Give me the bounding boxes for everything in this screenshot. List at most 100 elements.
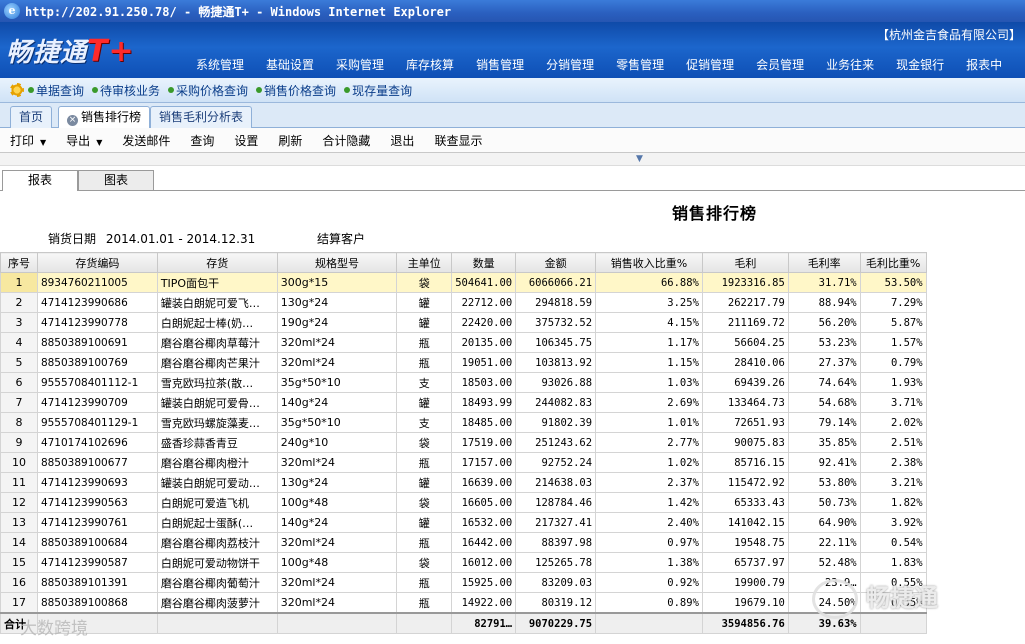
table-cell: 85716.15 <box>701 452 789 473</box>
table-cell: 袋 <box>396 272 453 293</box>
report-filters: 销货日期 2014.01.01 - 2014.12.31 结算客户 <box>48 230 371 247</box>
table-row[interactable]: 9 4710174102696 盛香珍蒜香青豆 240g*10 袋 17519.00 251… <box>0 432 1025 453</box>
menu-cash-bank[interactable]: 现金银行 <box>896 56 944 73</box>
table-cell: 0.97% <box>595 532 703 553</box>
menu-basic-settings[interactable]: 基础设置 <box>266 56 314 73</box>
column-header[interactable]: 规格型号 <box>276 252 398 273</box>
menu-system[interactable]: 系统管理 <box>196 56 244 73</box>
table-cell: 罐 <box>396 312 453 333</box>
table-row[interactable]: 4 8850389100691 磨谷磨谷椰肉草莓汁 320ml*24 瓶 20135.00… <box>0 332 1025 353</box>
table-cell: 66.88% <box>595 272 703 293</box>
settings-button[interactable]: 设置 <box>234 132 258 149</box>
tab-sales-margin[interactable]: 销售毛利分析表 <box>150 106 253 128</box>
table-cell: 133464.73 <box>701 392 789 413</box>
table-row[interactable]: 3 4714123990778 白朗妮起士棒(奶… 190g*24 罐 22420.00 3… <box>0 312 1025 333</box>
shortcut-stock-query[interactable]: 现存量查询 <box>344 82 412 99</box>
menu-promotion[interactable]: 促销管理 <box>686 56 734 73</box>
column-header-filler <box>926 252 1025 273</box>
table-cell: 16012.00 <box>451 552 517 573</box>
table-cell: 瓶 <box>396 592 453 614</box>
tab-home[interactable]: 首页 <box>10 106 53 128</box>
print-button[interactable]: 打印 ▼ <box>10 132 46 149</box>
menu-retail[interactable]: 零售管理 <box>616 56 664 73</box>
menu-member[interactable]: 会员管理 <box>756 56 804 73</box>
linked-display-button[interactable]: 联查显示 <box>434 132 482 149</box>
table-row[interactable]: 12 4714123990563 白朗妮可爱造飞机 100g*48 袋 16605.00 1… <box>0 492 1025 513</box>
tab-sales-ranking[interactable]: × 销售排行榜 <box>58 106 151 129</box>
send-email-button[interactable]: 发送邮件 <box>122 132 170 149</box>
chevron-down-icon: ▼ <box>96 137 103 147</box>
report-title: 销售排行榜 <box>672 204 758 223</box>
column-header[interactable]: 销售收入比重% <box>595 252 703 273</box>
table-cell: 244082.83 <box>515 392 597 413</box>
table-cell: 瓶 <box>396 332 453 353</box>
column-header[interactable]: 金额 <box>515 252 597 273</box>
table-cell: 白朗妮起士棒(奶… <box>156 312 278 333</box>
table-cell: 140g*24 <box>276 512 398 533</box>
shortcut-document-query[interactable]: 单据查询 <box>28 82 84 99</box>
table-cell: 17 <box>0 592 38 614</box>
table-cell: 罐 <box>396 472 453 493</box>
column-header[interactable]: 毛利比重% <box>859 252 927 273</box>
table-row[interactable]: 14 8850389100684 磨谷磨谷椰肉荔枝汁 320ml*24 瓶 16442.0… <box>0 532 1025 553</box>
table-cell: 251243.62 <box>515 432 597 453</box>
hide-totals-button[interactable]: 合计隐藏 <box>322 132 370 149</box>
menu-inventory[interactable]: 库存核算 <box>406 56 454 73</box>
collapse-arrow-icon[interactable]: ▼ <box>636 154 643 164</box>
table-row[interactable]: 6 9555708401112-1 雪克欧玛拉茶(散… 35g*50*10 支 18503… <box>0 372 1025 393</box>
table-cell: 8850389100868 <box>36 592 158 614</box>
menu-reports[interactable]: 报表中 <box>966 56 1002 73</box>
table-row[interactable]: 10 8850389100677 磨谷磨谷椰肉橙汁 320ml*24 瓶 17157.00… <box>0 452 1025 473</box>
total-cell <box>156 612 278 634</box>
column-header[interactable]: 毛利 <box>701 252 789 273</box>
table-row[interactable]: 13 4714123990761 白朗妮起士蛋酥(… 140g*24 罐 16532.00… <box>0 512 1025 533</box>
export-button[interactable]: 导出 ▼ <box>66 132 102 149</box>
table-row[interactable]: 5 8850389100769 磨谷磨谷椰肉芒果汁 320ml*24 瓶 19051.00… <box>0 352 1025 373</box>
table-cell: 10 <box>0 452 38 473</box>
column-header[interactable]: 存货 <box>156 252 278 273</box>
menu-distribution[interactable]: 分销管理 <box>546 56 594 73</box>
table-row[interactable]: 1 8934760211005 TIPO面包干 300g*15 袋 504641.00 60… <box>0 272 1025 293</box>
table-cell: 2.38% <box>859 452 927 473</box>
table-cell: 15925.00 <box>451 572 517 593</box>
table-cell: 320ml*24 <box>276 452 398 473</box>
table-cell: 瓶 <box>396 352 453 373</box>
table-row[interactable]: 11 4714123990693 罐装白朗妮可爱动… 130g*24 罐 16639.00… <box>0 472 1025 493</box>
shortcut-sales-price[interactable]: 销售价格查询 <box>256 82 336 99</box>
table-row[interactable]: 2 4714123990686 罐装白朗妮可爱飞… 130g*24 罐 22712.00 2… <box>0 292 1025 313</box>
table-cell: 6066066.21 <box>515 272 597 293</box>
shortcut-purchase-price[interactable]: 采购价格查询 <box>168 82 248 99</box>
query-button[interactable]: 查询 <box>190 132 214 149</box>
watermark-right: 畅捷通 <box>812 578 938 619</box>
column-header[interactable]: 主单位 <box>396 252 453 273</box>
table-cell: 240g*10 <box>276 432 398 453</box>
tab-report[interactable]: 报表 <box>2 170 78 191</box>
table-row[interactable]: 8 9555708401129-1 雪克欧玛螺旋藻麦… 35g*50*10 支 18485… <box>0 412 1025 433</box>
menu-purchase[interactable]: 采购管理 <box>336 56 384 73</box>
column-header[interactable]: 毛利率 <box>787 252 861 273</box>
column-header[interactable]: 序号 <box>0 252 38 273</box>
page-tab-bar: 首页 × 销售排行榜 销售毛利分析表 <box>0 103 1025 129</box>
exit-button[interactable]: 退出 <box>390 132 414 149</box>
refresh-button[interactable]: 刷新 <box>278 132 302 149</box>
table-row[interactable]: 15 4714123990587 白朗妮可爱动物饼干 100g*48 袋 16012.00… <box>0 552 1025 573</box>
report-view-tabs: 报表 图表 <box>0 170 1025 191</box>
menu-sales[interactable]: 销售管理 <box>476 56 524 73</box>
column-header[interactable]: 数量 <box>451 252 517 273</box>
table-cell: 20135.00 <box>451 332 517 353</box>
collapse-splitter[interactable]: ▼ <box>0 153 1025 166</box>
close-icon[interactable]: × <box>67 115 78 126</box>
table-cell: 91802.39 <box>515 412 597 433</box>
gear-icon[interactable] <box>10 83 24 97</box>
column-header[interactable]: 存货编码 <box>36 252 158 273</box>
table-header: 序号 存货编码 存货 规格型号 主单位 数量 金额 销售收入比重% 毛利 毛利率 毛利比重% <box>0 252 1025 273</box>
app-logo: 畅捷通T+ <box>6 34 135 69</box>
table-cell: 92752.24 <box>515 452 597 473</box>
table-cell: 4714123990693 <box>36 472 158 493</box>
table-cell: 214638.03 <box>515 472 597 493</box>
table-row[interactable]: 7 4714123990709 罐装白朗妮可爱骨… 140g*24 罐 18493.99 2… <box>0 392 1025 413</box>
shortcut-pending-review[interactable]: 待审核业务 <box>92 82 160 99</box>
menu-business-dealings[interactable]: 业务往来 <box>826 56 874 73</box>
tab-chart[interactable]: 图表 <box>78 170 154 190</box>
table-cell: 35.85% <box>787 432 861 453</box>
